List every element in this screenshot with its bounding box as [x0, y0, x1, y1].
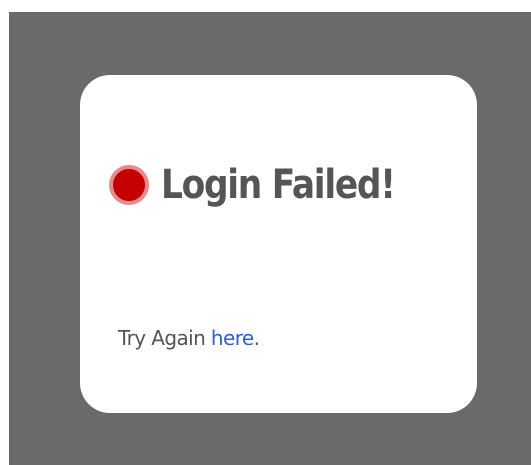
- try-again-link[interactable]: here: [211, 326, 254, 350]
- error-status-icon: [109, 165, 149, 205]
- retry-message: Try Again here.: [118, 326, 260, 350]
- retry-message-prefix: Try Again: [118, 326, 211, 350]
- login-failed-heading: Login Failed!: [109, 165, 433, 205]
- retry-message-suffix: .: [253, 326, 260, 350]
- page-title: Login Failed!: [161, 162, 396, 208]
- login-failed-card: [80, 75, 477, 413]
